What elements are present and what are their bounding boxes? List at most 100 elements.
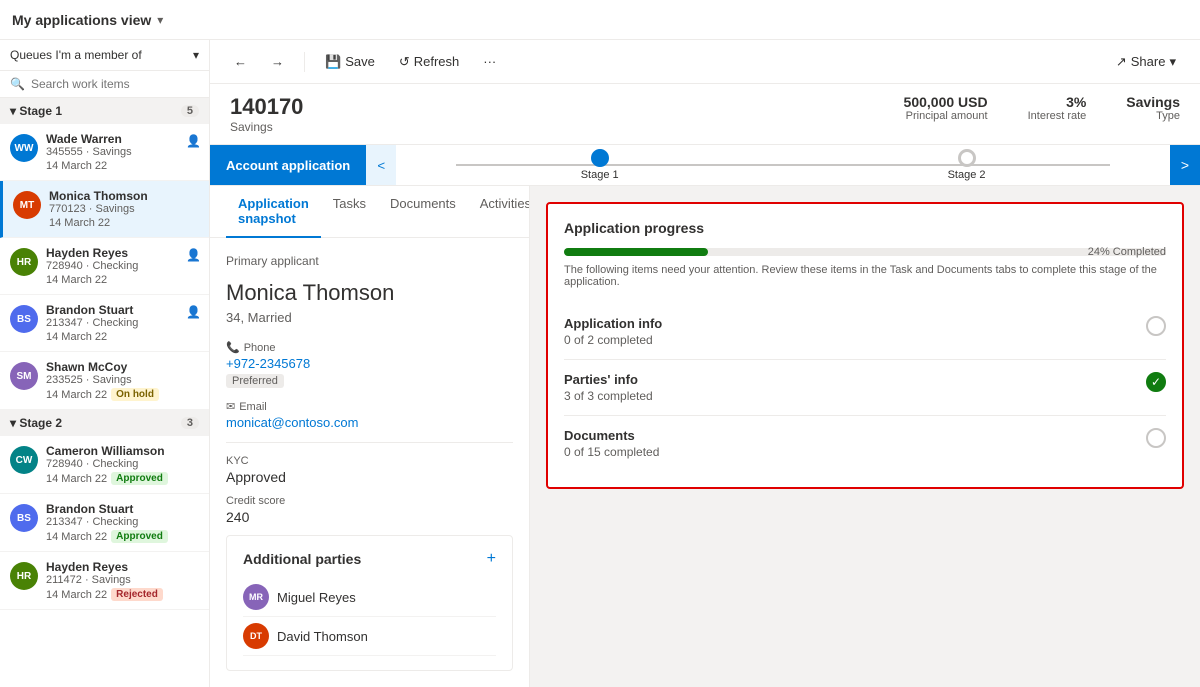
list-item[interactable]: BS Brandon Stuart 213347 · Checking 14 M…	[0, 494, 209, 552]
credit-score-value: 240	[226, 509, 513, 525]
item-date: 14 March 22 On hold	[46, 388, 199, 401]
item-sub: 211472 · Savings	[46, 574, 199, 586]
stage1-circle	[591, 149, 609, 167]
list-item[interactable]: SM Shawn McCoy 233525 · Savings 14 March…	[0, 352, 209, 410]
avatar: SM	[10, 362, 38, 390]
phone-value[interactable]: +972-2345678	[226, 356, 513, 371]
stage1-header: ▾ Stage 1 5	[0, 98, 209, 124]
item-sub: 233525 · Savings	[46, 374, 199, 386]
forward-button[interactable]: →	[263, 50, 292, 73]
list-item[interactable]: BS Brandon Stuart 213347 · Checking 14 M…	[0, 295, 209, 352]
avatar: WW	[10, 134, 38, 162]
left-panel: Application snapshot Tasks Documents Act…	[210, 186, 530, 687]
queue-selector[interactable]: Queues I'm a member of ▾	[0, 40, 209, 71]
stage2-collapse-icon[interactable]: ▾	[10, 416, 16, 430]
avatar: HR	[10, 562, 38, 590]
queue-chevron-icon: ▾	[193, 48, 199, 62]
list-item[interactable]: MT Monica Thomson 770123 · Savings 14 Ma…	[0, 181, 209, 238]
right-panel: Application progress 24% Completed The f…	[530, 186, 1200, 687]
tabs: Application snapshot Tasks Documents Act…	[210, 186, 529, 238]
kyc-field: KYC Approved	[226, 455, 513, 485]
applicant-sub: 34, Married	[226, 310, 513, 325]
record-type: Savings	[230, 120, 303, 134]
party-name: David Thomson	[277, 629, 368, 644]
party-avatar: MR	[243, 584, 269, 610]
active-process-step[interactable]: Account application	[210, 145, 366, 185]
stage-line	[456, 164, 1110, 166]
save-button[interactable]: 💾 Save	[317, 50, 383, 74]
share-button[interactable]: ↗ Share ▾	[1108, 50, 1184, 74]
avatar: BS	[10, 305, 38, 333]
main-panel: ← → 💾 Save ↺ Refresh ··· ↗ Share ▾	[210, 40, 1200, 687]
progress-item-sub: 0 of 2 completed	[564, 333, 662, 347]
meta-principal: 500,000 USD Principal amount	[904, 94, 988, 122]
avatar: CW	[10, 446, 38, 474]
user-icon: 👤	[186, 248, 201, 262]
share-icon: ↗	[1116, 54, 1127, 70]
search-input[interactable]	[31, 77, 199, 91]
progress-bar-fill	[564, 248, 708, 256]
item-sub: 345555 · Savings	[46, 146, 199, 158]
stage1-label: ▾ Stage 1	[10, 104, 62, 118]
tab-documents[interactable]: Documents	[378, 186, 468, 238]
status-badge: Approved	[111, 472, 168, 485]
list-item[interactable]: WW Wade Warren 345555 · Savings 14 March…	[0, 124, 209, 181]
party-row: DT David Thomson	[243, 617, 496, 656]
savings-type-value: Savings	[1126, 94, 1180, 110]
check-circle-incomplete	[1146, 428, 1166, 448]
stage1-collapse-icon[interactable]: ▾	[10, 104, 16, 118]
refresh-button[interactable]: ↺ Refresh	[391, 50, 467, 74]
more-button[interactable]: ···	[475, 50, 504, 73]
share-chevron-icon: ▾	[1169, 54, 1176, 70]
item-name: Shawn McCoy	[46, 360, 199, 374]
stage1-node-label: Stage 1	[581, 169, 619, 181]
progress-item-name: Application info	[564, 316, 662, 331]
progress-item-parties: Parties' info 3 of 3 completed ✓	[564, 360, 1166, 416]
progress-note: The following items need your attention.…	[564, 264, 1166, 288]
back-button[interactable]: ←	[226, 50, 255, 73]
content-area: Application snapshot Tasks Documents Act…	[210, 186, 1200, 687]
stage2-node: Stage 2	[948, 149, 986, 181]
title-chevron[interactable]: ▾	[157, 13, 163, 27]
check-circle-incomplete	[1146, 316, 1166, 336]
progress-item-name: Documents	[564, 428, 659, 443]
progress-item-app-info: Application info 0 of 2 completed	[564, 304, 1166, 360]
phone-label: 📞 Phone	[226, 341, 513, 354]
forward-icon: →	[271, 54, 284, 69]
party-name: Miguel Reyes	[277, 590, 356, 605]
list-item[interactable]: HR Hayden Reyes 728940 · Checking 14 Mar…	[0, 238, 209, 295]
email-value[interactable]: monicat@contoso.com	[226, 415, 513, 430]
stage1-node: Stage 1	[581, 149, 619, 181]
add-party-button[interactable]: +	[487, 550, 496, 568]
left-content: Primary applicant Monica Thomson 34, Mar…	[210, 238, 529, 687]
tab-tasks[interactable]: Tasks	[321, 186, 378, 238]
meta-interest: 3% Interest rate	[1028, 94, 1087, 122]
progress-item-sub: 0 of 15 completed	[564, 445, 659, 459]
user-icon: 👤	[186, 305, 201, 319]
search-bar: 🔍	[0, 71, 209, 98]
list-item[interactable]: HR Hayden Reyes 211472 · Savings 14 Marc…	[0, 552, 209, 610]
item-date: 14 March 22 Approved	[46, 530, 199, 543]
item-sub: 770123 · Savings	[49, 203, 199, 215]
queue-selector-label: Queues I'm a member of	[10, 48, 142, 62]
tab-application-snapshot[interactable]: Application snapshot	[226, 186, 321, 238]
progress-item-sub: 3 of 3 completed	[564, 389, 653, 403]
tab-activities[interactable]: Activities	[468, 186, 530, 238]
email-row: ✉ Email monicat@contoso.com	[226, 400, 513, 430]
phone-icon: 📞	[226, 341, 240, 354]
process-next-button[interactable]: >	[1170, 145, 1200, 185]
item-date: 14 March 22 Approved	[46, 472, 199, 485]
item-date: 14 March 22	[46, 331, 199, 343]
item-name: Hayden Reyes	[46, 560, 199, 574]
progress-item-name: Parties' info	[564, 372, 653, 387]
process-back-button[interactable]: <	[366, 145, 396, 185]
list-item[interactable]: CW Cameron Williamson 728940 · Checking …	[0, 436, 209, 494]
toolbar-separator	[304, 52, 305, 72]
interest-value: 3%	[1028, 94, 1087, 110]
avatar: BS	[10, 504, 38, 532]
applicant-name: Monica Thomson	[226, 280, 513, 306]
main-layout: Queues I'm a member of ▾ 🔍 ▾ Stage 1 5 W…	[0, 40, 1200, 687]
stage2-circle	[958, 149, 976, 167]
progress-item-docs: Documents 0 of 15 completed	[564, 416, 1166, 471]
app-title: My applications view	[12, 12, 151, 28]
